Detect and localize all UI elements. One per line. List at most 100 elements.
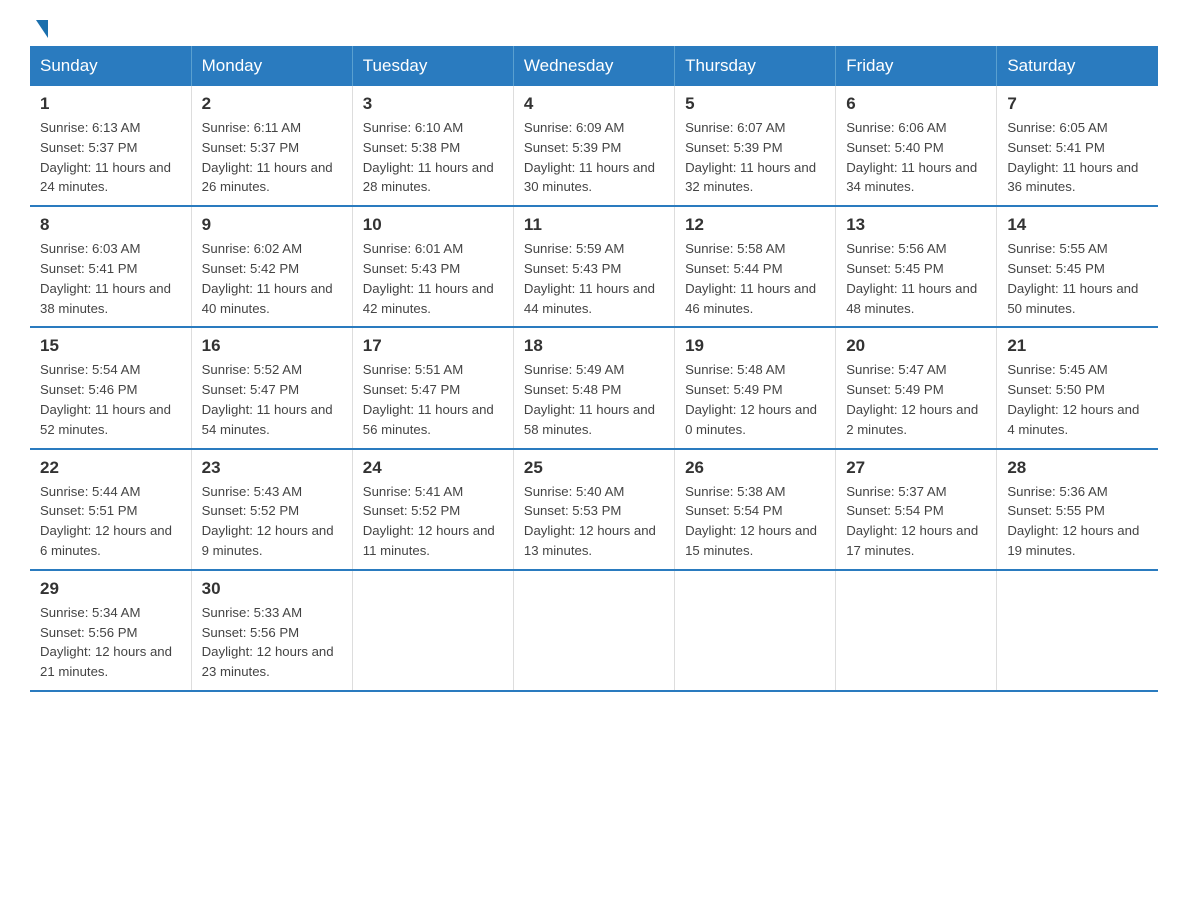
day-info: Sunrise: 5:47 AM Sunset: 5:49 PM Dayligh… — [846, 360, 986, 439]
day-info: Sunrise: 5:38 AM Sunset: 5:54 PM Dayligh… — [685, 482, 825, 561]
calendar-cell — [352, 570, 513, 691]
day-number: 25 — [524, 458, 664, 478]
day-number: 13 — [846, 215, 986, 235]
day-number: 1 — [40, 94, 181, 114]
day-info: Sunrise: 5:48 AM Sunset: 5:49 PM Dayligh… — [685, 360, 825, 439]
calendar-cell: 29 Sunrise: 5:34 AM Sunset: 5:56 PM Dayl… — [30, 570, 191, 691]
day-info: Sunrise: 6:03 AM Sunset: 5:41 PM Dayligh… — [40, 239, 181, 318]
calendar-cell: 27 Sunrise: 5:37 AM Sunset: 5:54 PM Dayl… — [836, 449, 997, 570]
logo — [30, 20, 48, 36]
calendar-cell: 25 Sunrise: 5:40 AM Sunset: 5:53 PM Dayl… — [513, 449, 674, 570]
calendar-cell: 28 Sunrise: 5:36 AM Sunset: 5:55 PM Dayl… — [997, 449, 1158, 570]
day-number: 20 — [846, 336, 986, 356]
calendar-cell: 9 Sunrise: 6:02 AM Sunset: 5:42 PM Dayli… — [191, 206, 352, 327]
day-info: Sunrise: 5:37 AM Sunset: 5:54 PM Dayligh… — [846, 482, 986, 561]
calendar-cell: 7 Sunrise: 6:05 AM Sunset: 5:41 PM Dayli… — [997, 86, 1158, 206]
day-number: 4 — [524, 94, 664, 114]
calendar-cell: 30 Sunrise: 5:33 AM Sunset: 5:56 PM Dayl… — [191, 570, 352, 691]
day-info: Sunrise: 5:33 AM Sunset: 5:56 PM Dayligh… — [202, 603, 342, 682]
calendar-cell — [997, 570, 1158, 691]
calendar-cell: 3 Sunrise: 6:10 AM Sunset: 5:38 PM Dayli… — [352, 86, 513, 206]
header-day-tuesday: Tuesday — [352, 46, 513, 86]
week-row-2: 8 Sunrise: 6:03 AM Sunset: 5:41 PM Dayli… — [30, 206, 1158, 327]
day-info: Sunrise: 6:10 AM Sunset: 5:38 PM Dayligh… — [363, 118, 503, 197]
day-number: 6 — [846, 94, 986, 114]
day-info: Sunrise: 5:56 AM Sunset: 5:45 PM Dayligh… — [846, 239, 986, 318]
page-header — [30, 20, 1158, 36]
calendar-cell: 15 Sunrise: 5:54 AM Sunset: 5:46 PM Dayl… — [30, 327, 191, 448]
day-number: 17 — [363, 336, 503, 356]
day-number: 10 — [363, 215, 503, 235]
calendar-cell — [675, 570, 836, 691]
calendar-cell: 12 Sunrise: 5:58 AM Sunset: 5:44 PM Dayl… — [675, 206, 836, 327]
day-number: 16 — [202, 336, 342, 356]
day-info: Sunrise: 6:05 AM Sunset: 5:41 PM Dayligh… — [1007, 118, 1148, 197]
day-number: 29 — [40, 579, 181, 599]
calendar-cell — [836, 570, 997, 691]
calendar-table: SundayMondayTuesdayWednesdayThursdayFrid… — [30, 46, 1158, 692]
day-number: 26 — [685, 458, 825, 478]
calendar-cell: 10 Sunrise: 6:01 AM Sunset: 5:43 PM Dayl… — [352, 206, 513, 327]
header-day-sunday: Sunday — [30, 46, 191, 86]
calendar-cell: 20 Sunrise: 5:47 AM Sunset: 5:49 PM Dayl… — [836, 327, 997, 448]
day-info: Sunrise: 5:55 AM Sunset: 5:45 PM Dayligh… — [1007, 239, 1148, 318]
day-info: Sunrise: 5:44 AM Sunset: 5:51 PM Dayligh… — [40, 482, 181, 561]
day-number: 27 — [846, 458, 986, 478]
header-day-saturday: Saturday — [997, 46, 1158, 86]
day-info: Sunrise: 6:09 AM Sunset: 5:39 PM Dayligh… — [524, 118, 664, 197]
day-info: Sunrise: 5:43 AM Sunset: 5:52 PM Dayligh… — [202, 482, 342, 561]
calendar-cell: 2 Sunrise: 6:11 AM Sunset: 5:37 PM Dayli… — [191, 86, 352, 206]
logo-arrow-icon — [36, 20, 48, 38]
day-info: Sunrise: 5:40 AM Sunset: 5:53 PM Dayligh… — [524, 482, 664, 561]
calendar-cell: 18 Sunrise: 5:49 AM Sunset: 5:48 PM Dayl… — [513, 327, 674, 448]
day-info: Sunrise: 6:06 AM Sunset: 5:40 PM Dayligh… — [846, 118, 986, 197]
week-row-5: 29 Sunrise: 5:34 AM Sunset: 5:56 PM Dayl… — [30, 570, 1158, 691]
day-info: Sunrise: 5:54 AM Sunset: 5:46 PM Dayligh… — [40, 360, 181, 439]
calendar-cell — [513, 570, 674, 691]
day-number: 18 — [524, 336, 664, 356]
day-info: Sunrise: 5:51 AM Sunset: 5:47 PM Dayligh… — [363, 360, 503, 439]
calendar-cell: 22 Sunrise: 5:44 AM Sunset: 5:51 PM Dayl… — [30, 449, 191, 570]
day-number: 19 — [685, 336, 825, 356]
week-row-4: 22 Sunrise: 5:44 AM Sunset: 5:51 PM Dayl… — [30, 449, 1158, 570]
day-number: 8 — [40, 215, 181, 235]
calendar-cell: 16 Sunrise: 5:52 AM Sunset: 5:47 PM Dayl… — [191, 327, 352, 448]
calendar-cell: 4 Sunrise: 6:09 AM Sunset: 5:39 PM Dayli… — [513, 86, 674, 206]
calendar-header-row: SundayMondayTuesdayWednesdayThursdayFrid… — [30, 46, 1158, 86]
day-info: Sunrise: 5:52 AM Sunset: 5:47 PM Dayligh… — [202, 360, 342, 439]
day-info: Sunrise: 6:02 AM Sunset: 5:42 PM Dayligh… — [202, 239, 342, 318]
calendar-cell: 6 Sunrise: 6:06 AM Sunset: 5:40 PM Dayli… — [836, 86, 997, 206]
week-row-1: 1 Sunrise: 6:13 AM Sunset: 5:37 PM Dayli… — [30, 86, 1158, 206]
day-info: Sunrise: 5:45 AM Sunset: 5:50 PM Dayligh… — [1007, 360, 1148, 439]
header-day-thursday: Thursday — [675, 46, 836, 86]
day-number: 3 — [363, 94, 503, 114]
day-number: 30 — [202, 579, 342, 599]
day-number: 9 — [202, 215, 342, 235]
day-number: 14 — [1007, 215, 1148, 235]
calendar-cell: 19 Sunrise: 5:48 AM Sunset: 5:49 PM Dayl… — [675, 327, 836, 448]
calendar-cell: 24 Sunrise: 5:41 AM Sunset: 5:52 PM Dayl… — [352, 449, 513, 570]
day-number: 23 — [202, 458, 342, 478]
calendar-cell: 21 Sunrise: 5:45 AM Sunset: 5:50 PM Dayl… — [997, 327, 1158, 448]
day-info: Sunrise: 5:59 AM Sunset: 5:43 PM Dayligh… — [524, 239, 664, 318]
day-info: Sunrise: 5:36 AM Sunset: 5:55 PM Dayligh… — [1007, 482, 1148, 561]
header-day-monday: Monday — [191, 46, 352, 86]
day-number: 22 — [40, 458, 181, 478]
day-number: 21 — [1007, 336, 1148, 356]
calendar-cell: 17 Sunrise: 5:51 AM Sunset: 5:47 PM Dayl… — [352, 327, 513, 448]
day-info: Sunrise: 5:34 AM Sunset: 5:56 PM Dayligh… — [40, 603, 181, 682]
day-number: 11 — [524, 215, 664, 235]
day-number: 15 — [40, 336, 181, 356]
day-info: Sunrise: 6:01 AM Sunset: 5:43 PM Dayligh… — [363, 239, 503, 318]
day-number: 2 — [202, 94, 342, 114]
calendar-cell: 13 Sunrise: 5:56 AM Sunset: 5:45 PM Dayl… — [836, 206, 997, 327]
calendar-cell: 26 Sunrise: 5:38 AM Sunset: 5:54 PM Dayl… — [675, 449, 836, 570]
day-info: Sunrise: 5:49 AM Sunset: 5:48 PM Dayligh… — [524, 360, 664, 439]
day-info: Sunrise: 6:13 AM Sunset: 5:37 PM Dayligh… — [40, 118, 181, 197]
day-number: 24 — [363, 458, 503, 478]
calendar-cell: 1 Sunrise: 6:13 AM Sunset: 5:37 PM Dayli… — [30, 86, 191, 206]
day-number: 28 — [1007, 458, 1148, 478]
calendar-cell: 8 Sunrise: 6:03 AM Sunset: 5:41 PM Dayli… — [30, 206, 191, 327]
calendar-cell: 23 Sunrise: 5:43 AM Sunset: 5:52 PM Dayl… — [191, 449, 352, 570]
calendar-cell: 5 Sunrise: 6:07 AM Sunset: 5:39 PM Dayli… — [675, 86, 836, 206]
